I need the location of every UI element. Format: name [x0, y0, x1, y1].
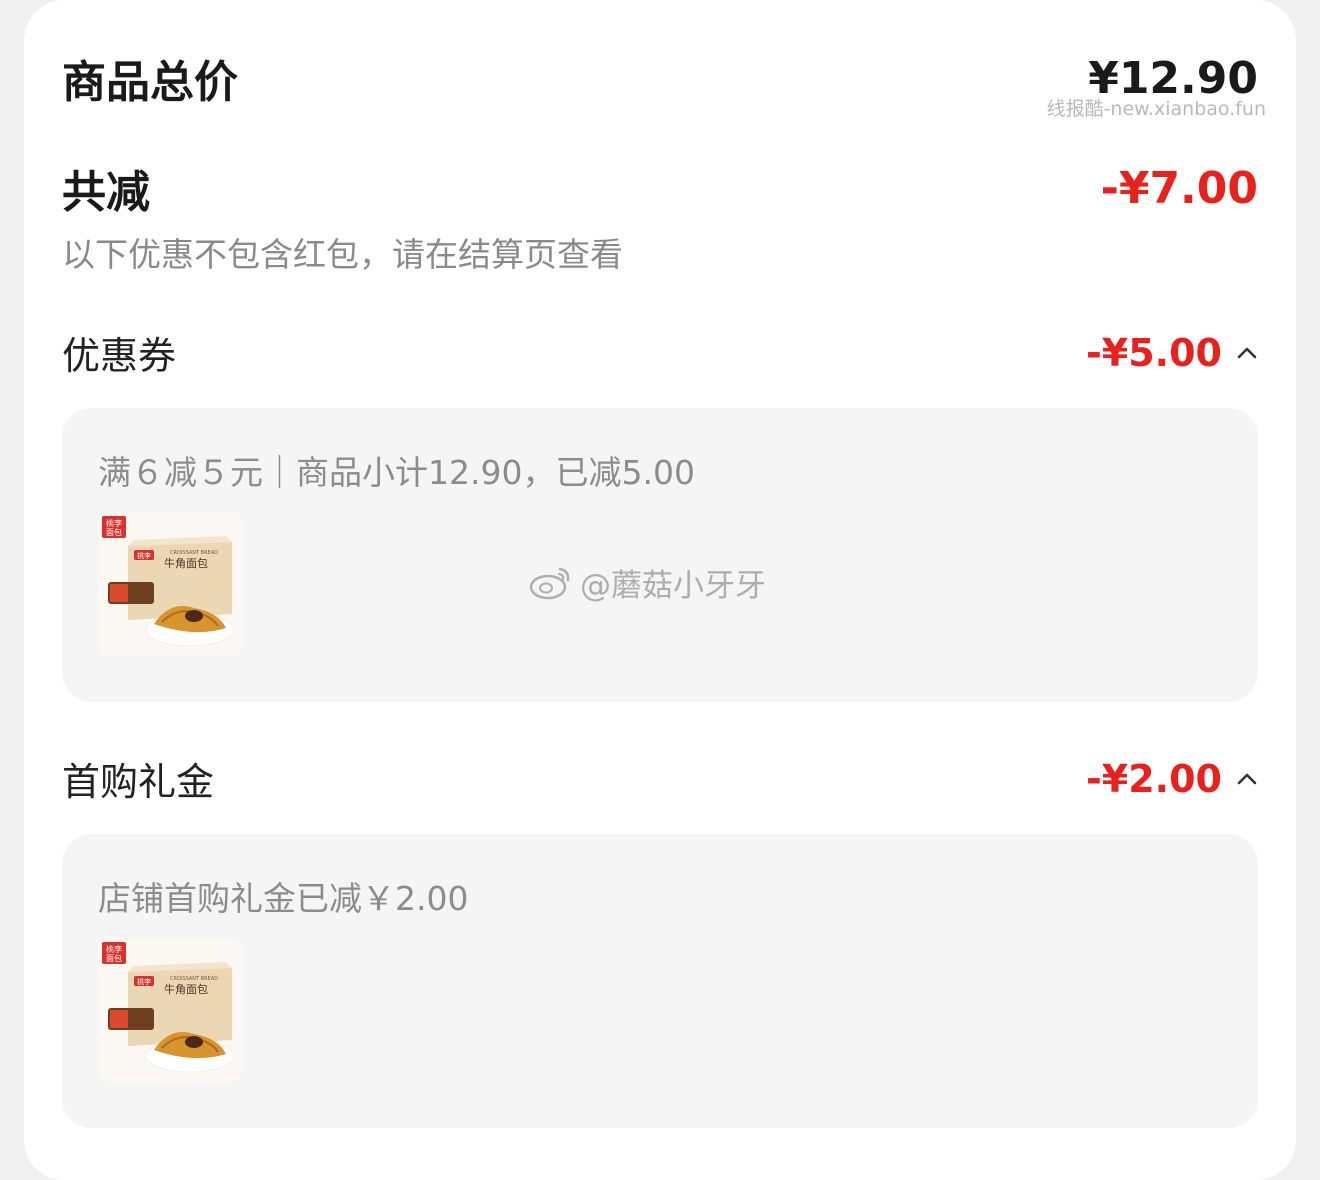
- box-title: 牛角面包: [164, 556, 208, 570]
- total-discount-value: -¥7.00: [1100, 162, 1258, 214]
- box-brand: 桃李: [137, 977, 151, 986]
- first-purchase-row[interactable]: 首购礼金 -¥2.00: [62, 751, 1258, 806]
- product-thumbnail[interactable]: 桃李 面包 桃李 CROISSANT BREAD 牛角面包: [98, 512, 242, 656]
- coupon-amount-toggle[interactable]: -¥5.00: [1086, 331, 1258, 375]
- first-purchase-label: 首购礼金: [62, 760, 215, 804]
- coupon-value: -¥5.00: [1086, 330, 1222, 375]
- first-purchase-amount-toggle[interactable]: -¥2.00: [1086, 757, 1258, 801]
- croissant-box-image: 桃李 面包 桃李 CROISSANT BREAD 牛角面包: [98, 938, 242, 1082]
- coupon-detail-text: 满６减５元｜商品小计12.90，已减5.00: [98, 453, 695, 492]
- first-purchase-detail-panel: 店铺首购礼金已减￥2.00 桃李 面包 桃李 CROISSANT BREAD 牛…: [62, 834, 1258, 1128]
- site-watermark: 线报酷-new.xianbao.fun: [1046, 98, 1266, 120]
- chevron-up-icon[interactable]: [1236, 768, 1258, 790]
- box-brand: 桃李: [137, 551, 151, 560]
- badge-line-1: 桃李: [106, 518, 122, 528]
- product-thumbnail[interactable]: 桃李 面包 桃李 CROISSANT BREAD 牛角面包: [98, 938, 242, 1082]
- discount-hint: 以下优惠不包含红包，请在结算页查看: [62, 235, 623, 274]
- box-subtitle: CROISSANT BREAD: [170, 976, 218, 982]
- total-discount-label: 共减: [62, 167, 150, 218]
- box-subtitle: CROISSANT BREAD: [170, 550, 218, 556]
- weibo-watermark-text: @蘑菇小牙牙: [580, 568, 766, 604]
- badge-line-2: 面包: [106, 953, 122, 963]
- badge-line-1: 桃李: [106, 944, 122, 954]
- croissant-box-image: 桃李 面包 桃李 CROISSANT BREAD 牛角面包: [98, 512, 242, 656]
- weibo-watermark: @蘑菇小牙牙: [528, 560, 766, 605]
- chevron-up-icon[interactable]: [1236, 342, 1258, 364]
- weibo-icon: [529, 567, 570, 599]
- coupon-row[interactable]: 优惠券 -¥5.00: [62, 325, 1258, 380]
- box-title: 牛角面包: [164, 982, 208, 996]
- coupon-detail-panel: 满６减５元｜商品小计12.90，已减5.00 桃李 面包 桃李 CROISSAN…: [62, 408, 1258, 702]
- total-discount-row: 共减 -¥7.00: [62, 156, 1258, 220]
- first-purchase-value: -¥2.00: [1086, 756, 1222, 801]
- first-purchase-detail-text: 店铺首购礼金已减￥2.00: [98, 879, 469, 918]
- total-price-label: 商品总价: [62, 57, 238, 108]
- badge-line-2: 面包: [106, 527, 122, 537]
- coupon-label: 优惠券: [62, 334, 177, 378]
